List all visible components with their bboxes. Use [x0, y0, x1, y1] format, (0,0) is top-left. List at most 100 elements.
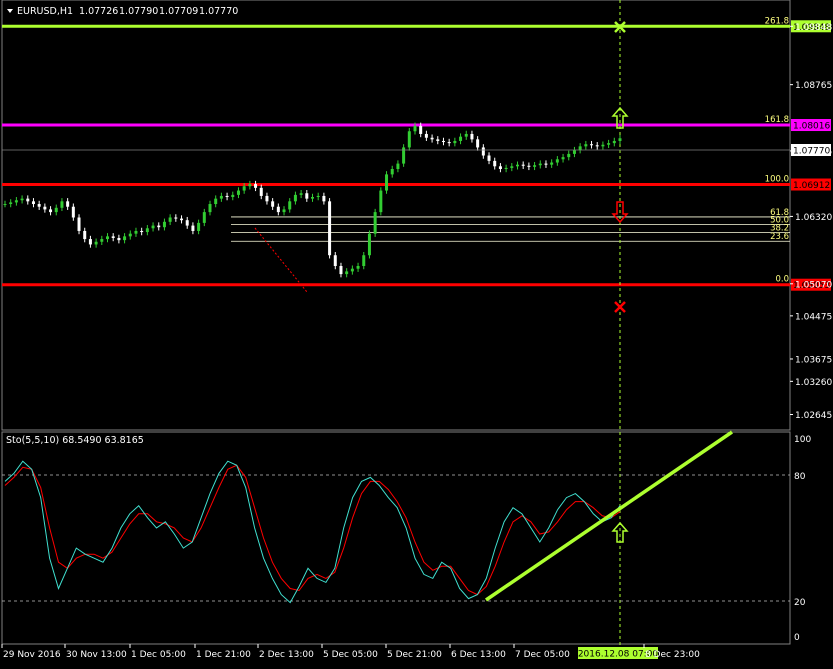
candle-body — [521, 164, 525, 166]
candle-body — [293, 194, 297, 202]
stochastic-pane[interactable]: Sto(5,5,10) 68.5490 63.8165 100 80 20 0 — [2, 430, 811, 643]
candle-body — [191, 225, 195, 231]
candle-body — [288, 201, 292, 210]
fib-level-label: 23.6 — [770, 232, 789, 242]
symbol-timeframe: EURUSD,H1 — [17, 6, 73, 17]
candle-body — [510, 166, 514, 168]
chart-window[interactable]: EURUSD,H1 1.07726 1.07790 1.07709 1.0777… — [0, 0, 833, 665]
fib-level-label: 261.8 — [765, 16, 789, 26]
candle-body — [459, 136, 463, 141]
time-tick-label: 1 Dec 05:00 — [131, 650, 186, 660]
candle-body — [367, 233, 371, 256]
ohlc-open: 1.07726 — [79, 6, 118, 17]
candle-body — [276, 206, 280, 213]
cross-icon — [614, 301, 626, 313]
candle-body — [225, 195, 229, 198]
candle-body — [544, 163, 548, 165]
candle-body — [299, 193, 303, 195]
time-tick-label: 29 Nov 2016 — [3, 650, 61, 660]
candle-body — [436, 139, 440, 141]
time-tick-label: 30 Nov 13:00 — [66, 650, 127, 660]
candle-body — [595, 145, 599, 147]
candle-body — [390, 168, 394, 175]
candle-body — [180, 218, 184, 221]
fib-level-label: 100.0 — [765, 175, 789, 185]
header: EURUSD,H1 1.07726 1.07790 1.07709 1.0777… — [7, 6, 238, 17]
candle-body — [584, 144, 588, 147]
candle-body — [316, 195, 320, 198]
candle-body — [527, 165, 531, 167]
stochastic-signal-line — [4, 464, 621, 596]
candle-body — [100, 239, 104, 242]
candle-body — [476, 139, 480, 148]
candle-body — [94, 241, 98, 245]
candle-body — [9, 202, 13, 205]
candle-body — [385, 174, 389, 191]
ohlc-high: 1.07790 — [119, 6, 158, 17]
candle-body — [117, 237, 121, 241]
time-tick-label: 5 Dec 05:00 — [323, 650, 378, 660]
candle-body — [333, 255, 337, 267]
candle-body — [151, 225, 155, 229]
level-80-label: 80 — [794, 472, 806, 482]
fib-price-label: 1.08016 — [793, 122, 830, 132]
candle-body — [578, 146, 582, 151]
price-tick-label: 1.02645 — [795, 411, 832, 421]
candle-body — [601, 144, 605, 147]
candle-body — [322, 195, 326, 202]
current-price-label: 1.07770 — [793, 147, 830, 157]
candle-body — [265, 195, 269, 202]
candle-body — [362, 255, 366, 267]
candle-body — [37, 204, 41, 207]
candle-body — [538, 163, 542, 166]
candle-body — [498, 166, 502, 169]
candle-body — [219, 195, 223, 199]
time-axis[interactable]: 29 Nov 2016 30 Nov 13:00 1 Dec 05:00 1 Dec … — [1, 644, 700, 660]
candle-body — [328, 201, 332, 256]
time-tick-label: 5 Dec 21:00 — [387, 650, 442, 660]
candle-body — [396, 163, 400, 169]
candle-body — [550, 162, 554, 165]
price-chart[interactable]: EURUSD,H1 1.07726 1.07790 1.07709 1.0777… — [0, 0, 833, 665]
candle-body — [248, 184, 252, 187]
candle-body — [567, 153, 571, 158]
time-tick-label: 8 Dec 23:00 — [645, 650, 700, 660]
candle-body — [202, 212, 206, 223]
candle-body — [185, 220, 189, 226]
candle-body — [208, 204, 212, 213]
candle-body — [214, 198, 218, 205]
fibonacci-levels[interactable]: 261.81.09848161.81.08016100.01.0691261.8… — [2, 16, 831, 291]
price-candles — [3, 122, 622, 278]
indicator-label: Sto(5,5,10) 68.5490 63.8165 — [6, 435, 144, 446]
candle-body — [26, 198, 30, 202]
candle-body — [157, 225, 161, 228]
candle-body — [612, 140, 616, 144]
candle-body — [555, 159, 559, 163]
candle-body — [49, 209, 53, 213]
price-axis[interactable]: 1.098481.087651.075351.063201.050701.044… — [790, 23, 832, 421]
candle-body — [54, 207, 58, 213]
stochastic-main-line — [4, 460, 621, 604]
candle-body — [373, 212, 377, 234]
candle-body — [339, 266, 343, 275]
candle-body — [128, 233, 132, 237]
candle-body — [345, 271, 349, 275]
candle-body — [311, 197, 314, 199]
candle-body — [379, 190, 383, 213]
candle-body — [197, 222, 201, 231]
candle-body — [572, 150, 576, 154]
up-arrow-icon — [611, 521, 629, 543]
candle-body — [441, 140, 445, 143]
candle-body — [413, 125, 417, 132]
candle-body — [356, 266, 360, 269]
candle-body — [254, 184, 258, 188]
time-tick-label: 6 Dec 13:00 — [451, 650, 506, 660]
time-tick-label: 1 Dec 21:00 — [196, 650, 251, 660]
candle-body — [174, 217, 178, 219]
fib-anchor-line[interactable] — [254, 227, 308, 293]
candle-body — [88, 239, 92, 245]
chevron-down-icon[interactable] — [7, 9, 13, 13]
candle-body — [271, 201, 275, 207]
candle-body — [516, 164, 519, 167]
candle-body — [60, 201, 64, 208]
